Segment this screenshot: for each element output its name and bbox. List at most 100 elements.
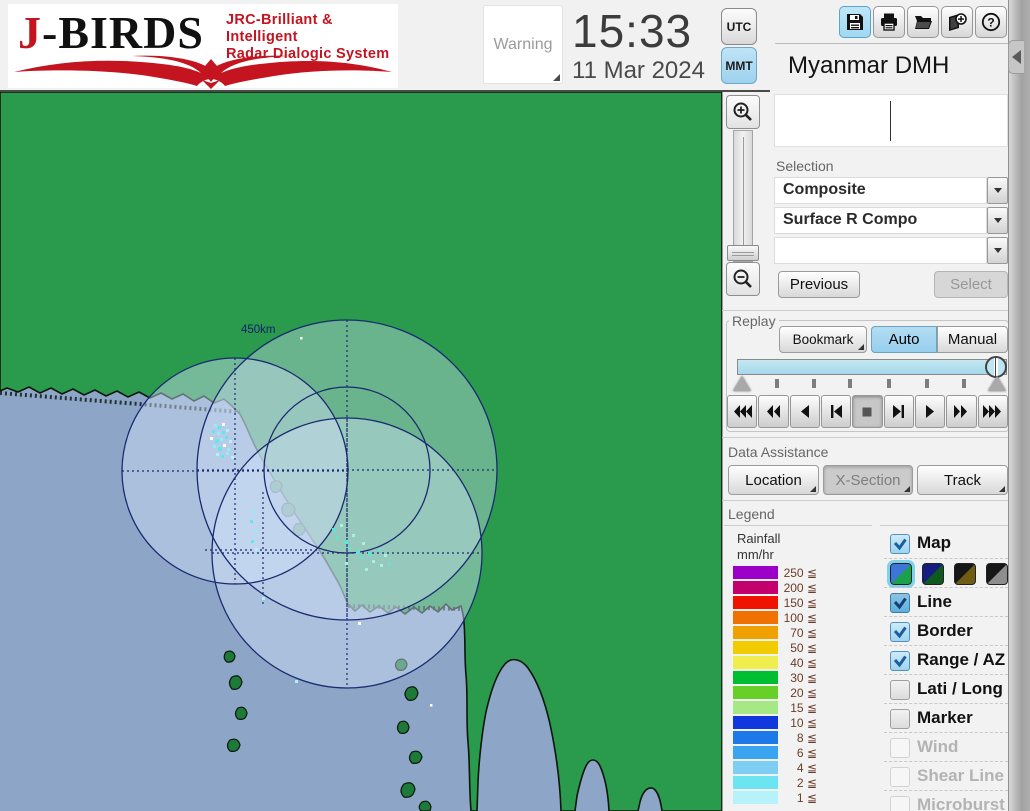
lte-symbol: ≦	[806, 761, 817, 775]
rewind-fastest-button[interactable]	[727, 395, 758, 428]
step-forward-button[interactable]	[883, 395, 914, 428]
forward-fast-button[interactable]	[946, 395, 977, 428]
track-button[interactable]: Track	[917, 465, 1008, 495]
replay-timeline-track[interactable]	[737, 359, 1007, 375]
select-button[interactable]: Select	[934, 271, 1008, 298]
overlay-item-marker[interactable]: Marker	[884, 705, 1008, 733]
overlay-item-range-az[interactable]: Range / AZ	[884, 647, 1008, 675]
manual-label: Manual	[947, 331, 998, 348]
save-button[interactable]	[839, 6, 871, 38]
bookmark-label: Bookmark	[792, 332, 854, 347]
microburst-label: Microburst	[917, 795, 1005, 811]
radar-map[interactable]: 450km	[0, 92, 722, 811]
mmt-label: MMT	[725, 58, 753, 73]
check-icon	[893, 655, 907, 668]
legend-swatch	[733, 686, 778, 699]
zoom-slider-thumb[interactable]	[727, 245, 759, 261]
overlay-item-microburst: Microburst	[884, 792, 1008, 811]
overlay-separator	[884, 732, 1008, 733]
replay-label: Replay	[729, 313, 779, 329]
map-style-black-olive[interactable]	[954, 563, 976, 585]
utc-timezone-button[interactable]: UTC	[721, 8, 757, 45]
stop-button[interactable]	[852, 395, 883, 428]
help-icon: ?	[981, 12, 1001, 32]
overlay-separator	[884, 703, 1008, 704]
timeline-start-marker[interactable]	[733, 376, 751, 391]
selection-label: Selection	[776, 158, 834, 174]
legend-value: 250	[783, 566, 804, 580]
forward-fastest-button[interactable]	[977, 395, 1008, 428]
map-checkbox[interactable]	[890, 534, 910, 554]
xsection-button[interactable]: X-Section	[823, 465, 913, 495]
manual-mode-button[interactable]: Manual	[937, 326, 1008, 353]
map-style-row	[884, 560, 1008, 588]
product-dropdown-button[interactable]	[987, 207, 1008, 234]
play-reverse-button[interactable]	[789, 395, 820, 428]
composite-dropdown-button[interactable]	[987, 177, 1008, 204]
line-checkbox[interactable]	[890, 593, 910, 613]
rewind-fast-button[interactable]	[758, 395, 789, 428]
lati-long-checkbox[interactable]	[890, 680, 910, 700]
map-style-navy-darkgreen[interactable]	[922, 563, 944, 585]
play-forward-button[interactable]	[914, 395, 946, 428]
previous-button[interactable]: Previous	[778, 271, 860, 298]
legend-swatch	[733, 671, 778, 684]
zoom-in-button[interactable]	[726, 95, 760, 129]
text-caret	[890, 101, 891, 141]
lte-symbol: ≦	[806, 656, 817, 670]
legend-value: 20	[790, 686, 804, 700]
help-button[interactable]: ?	[975, 6, 1007, 38]
composite-dropdown-field[interactable]: Composite	[774, 177, 987, 204]
open-folder-button[interactable]	[907, 6, 939, 38]
legend-value: 70	[790, 626, 804, 640]
jbirds-application-window: J-BIRDS JRC-Brilliant & Intelligent Rada…	[0, 0, 1030, 811]
overlay-item-line[interactable]: Line	[884, 589, 1008, 617]
legend-value: 6	[796, 746, 804, 760]
map-style-blue-green[interactable]	[887, 560, 915, 588]
legend-value: 200	[783, 581, 804, 595]
sub-product-dropdown-button[interactable]	[987, 237, 1008, 264]
legend-value: 4	[796, 761, 804, 775]
open-folder-icon	[915, 16, 932, 29]
overlay-item-map[interactable]: Map	[884, 530, 1008, 558]
step-backward-icon	[830, 405, 842, 418]
legend-value: 50	[790, 641, 804, 655]
auto-label: Auto	[888, 331, 920, 348]
zoom-out-button[interactable]	[726, 262, 760, 296]
legend-row: 1 ≦	[733, 790, 833, 805]
timeline-tick	[848, 379, 852, 388]
overlay-item-border[interactable]: Border	[884, 618, 1008, 646]
chevron-down-icon	[993, 248, 1002, 253]
range-az-checkbox[interactable]	[890, 651, 910, 671]
panel-collapse-button[interactable]	[1008, 40, 1024, 74]
location-button[interactable]: Location	[728, 465, 819, 495]
warning-button[interactable]: Warning	[483, 5, 563, 84]
print-icon	[881, 13, 897, 31]
overlay-item-lati-long[interactable]: Lati / Long	[884, 676, 1008, 704]
lte-symbol: ≦	[806, 671, 817, 685]
eagle-logo-icon	[14, 55, 392, 89]
auto-mode-button[interactable]: Auto	[871, 326, 937, 353]
timeline-end-marker[interactable]	[988, 376, 1006, 391]
shear-line-checkbox	[890, 767, 910, 787]
marker-checkbox[interactable]	[890, 709, 910, 729]
border-checkbox[interactable]	[890, 622, 910, 642]
zoom-slider-track[interactable]	[733, 130, 753, 262]
add-window-button[interactable]	[941, 6, 973, 38]
lte-symbol: ≦	[806, 686, 817, 700]
bookmark-button[interactable]: Bookmark	[779, 326, 867, 353]
legend-swatch	[733, 776, 778, 789]
print-button[interactable]	[873, 6, 905, 38]
logo-subtitle-line1: JRC-Brilliant & Intelligent	[226, 12, 333, 45]
step-backward-button[interactable]	[820, 395, 852, 428]
mmt-timezone-button[interactable]: MMT	[721, 47, 757, 84]
product-dropdown-field[interactable]: Surface R Compo	[774, 207, 987, 234]
map-style-black-gray[interactable]	[986, 563, 1008, 585]
wind-label: Wind	[917, 737, 959, 756]
selection-input-box[interactable]	[774, 94, 1008, 147]
legend-value: 1	[796, 791, 804, 805]
line-label: Line	[917, 592, 952, 611]
play-reverse-icon	[800, 405, 809, 418]
sub-product-dropdown-field[interactable]	[774, 237, 987, 264]
replay-timeline-handle[interactable]	[985, 356, 1007, 378]
